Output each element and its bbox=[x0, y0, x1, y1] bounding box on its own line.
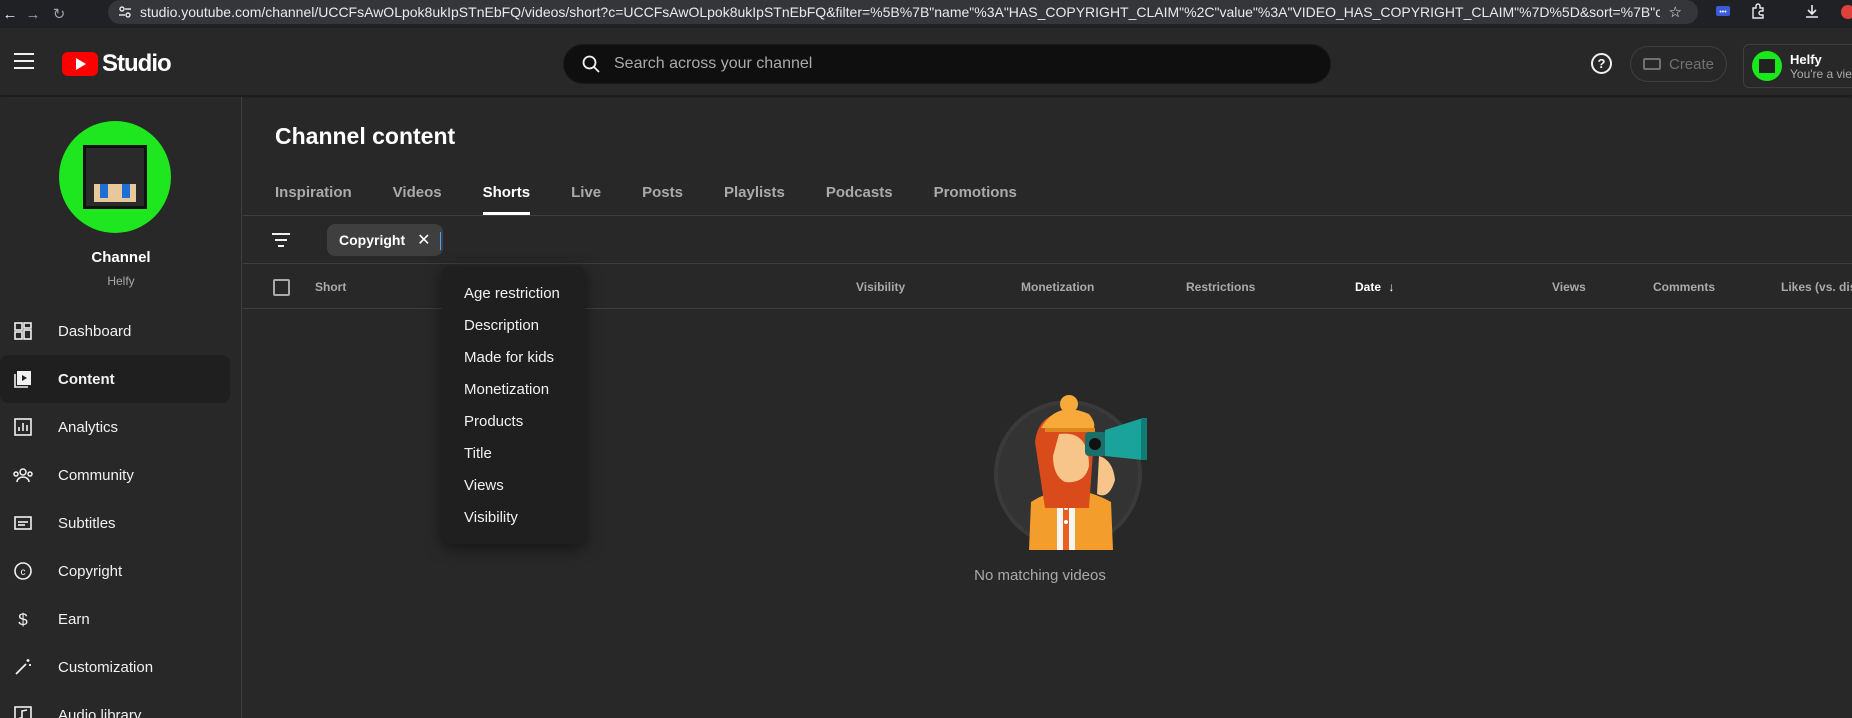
forward-arrow-icon[interactable]: → bbox=[20, 0, 46, 28]
search-placeholder: Search across your channel bbox=[614, 55, 813, 72]
create-button[interactable]: Create bbox=[1630, 46, 1727, 82]
channel-label: Channel bbox=[91, 249, 151, 266]
sidebar-item-label: Community bbox=[58, 466, 134, 484]
studio-header: Studio Search across your channel ? Crea… bbox=[0, 28, 1852, 96]
community-icon bbox=[12, 464, 34, 486]
search-input[interactable]: Search across your channel bbox=[563, 44, 1331, 84]
url-text[interactable]: studio.youtube.com/channel/UCCFsAwOLpok8… bbox=[140, 4, 1660, 20]
address-bar[interactable]: studio.youtube.com/channel/UCCFsAwOLpok8… bbox=[108, 0, 1698, 24]
sidebar-item-label: Subtitles bbox=[58, 514, 116, 532]
browser-toolbar: ← → ↻ studio.youtube.com/channel/UCCFsAw… bbox=[0, 0, 1852, 28]
explorer-with-binoculars-illustration bbox=[994, 395, 1147, 550]
sidebar-item-label: Dashboard bbox=[58, 322, 132, 340]
content-icon bbox=[12, 368, 34, 390]
channel-name: Helfy bbox=[107, 274, 135, 288]
create-video-icon bbox=[1642, 58, 1661, 70]
logo-text: Studio bbox=[102, 50, 172, 77]
sidebar-item-audio-library[interactable]: Audio library bbox=[0, 691, 242, 718]
copyright-icon: c bbox=[12, 560, 34, 582]
menu-item-made-for-kids[interactable]: Made for kids bbox=[442, 342, 585, 374]
sidebar-nav: Dashboard Content Analytics Community Su… bbox=[0, 307, 242, 718]
extension-icon[interactable]: ••• bbox=[1715, 3, 1731, 22]
subtitles-icon bbox=[12, 512, 34, 534]
account-switcher[interactable]: Helfy You're a vie bbox=[1743, 44, 1852, 88]
account-name: Helfy bbox=[1790, 51, 1822, 67]
bookmark-star-icon[interactable]: ☆ bbox=[1669, 3, 1682, 21]
sidebar-item-label: Content bbox=[58, 370, 115, 388]
sidebar-item-label: Customization bbox=[58, 658, 154, 676]
menu-item-products[interactable]: Products bbox=[442, 406, 585, 438]
dollar-icon: $ bbox=[12, 608, 34, 630]
menu-item-age-restriction[interactable]: Age restriction bbox=[442, 278, 585, 310]
profile-icon[interactable] bbox=[1840, 4, 1852, 23]
menu-hamburger-icon[interactable] bbox=[14, 53, 34, 74]
sidebar-item-analytics[interactable]: Analytics bbox=[0, 403, 242, 451]
back-arrow-icon[interactable]: ← bbox=[0, 0, 20, 28]
sidebar-item-label: Earn bbox=[58, 610, 90, 628]
sidebar-item-label: Analytics bbox=[58, 418, 119, 436]
svg-text:$: $ bbox=[18, 610, 28, 629]
analytics-icon bbox=[12, 416, 34, 438]
create-label: Create bbox=[1668, 55, 1715, 73]
pixel-character-image bbox=[83, 145, 147, 209]
site-info-icon[interactable] bbox=[118, 5, 132, 19]
download-icon[interactable] bbox=[1804, 3, 1820, 22]
audio-library-icon bbox=[12, 704, 34, 718]
sidebar-item-community[interactable]: Community bbox=[0, 451, 242, 499]
youtube-play-logo-icon bbox=[62, 52, 98, 76]
account-subtitle: You're a vie bbox=[1790, 66, 1852, 81]
puzzle-icon[interactable] bbox=[1750, 3, 1766, 22]
sidebar-item-dashboard[interactable]: Dashboard bbox=[0, 307, 242, 355]
empty-state-message: No matching videos bbox=[974, 567, 1106, 584]
search-icon bbox=[582, 55, 600, 73]
reload-icon[interactable]: ↻ bbox=[46, 0, 72, 28]
sidebar: Channel Helfy Dashboard Content Analytic… bbox=[0, 97, 242, 718]
menu-item-title[interactable]: Title bbox=[442, 438, 585, 470]
sidebar-item-earn[interactable]: $ Earn bbox=[0, 595, 242, 643]
sidebar-item-label: Audio library bbox=[58, 706, 142, 718]
help-icon[interactable]: ? bbox=[1591, 53, 1612, 74]
sidebar-item-subtitles[interactable]: Subtitles bbox=[0, 499, 242, 547]
svg-text:•••: ••• bbox=[1719, 9, 1727, 16]
dashboard-icon bbox=[12, 320, 34, 342]
avatar bbox=[1752, 51, 1782, 81]
menu-item-visibility[interactable]: Visibility bbox=[442, 502, 585, 534]
filter-dropdown-menu: Age restriction Description Made for kid… bbox=[442, 266, 585, 544]
sidebar-item-label: Copyright bbox=[58, 562, 123, 580]
menu-item-monetization[interactable]: Monetization bbox=[442, 374, 585, 406]
sidebar-item-copyright[interactable]: c Copyright bbox=[0, 547, 242, 595]
menu-item-description[interactable]: Description bbox=[442, 310, 585, 342]
menu-item-views[interactable]: Views bbox=[442, 470, 585, 502]
channel-avatar[interactable] bbox=[59, 121, 171, 233]
sidebar-item-content[interactable]: Content bbox=[0, 355, 230, 403]
studio-logo[interactable]: Studio bbox=[62, 50, 172, 78]
sidebar-item-customization[interactable]: Customization bbox=[0, 643, 242, 691]
svg-text:c: c bbox=[21, 567, 26, 578]
magic-wand-icon bbox=[12, 656, 34, 678]
